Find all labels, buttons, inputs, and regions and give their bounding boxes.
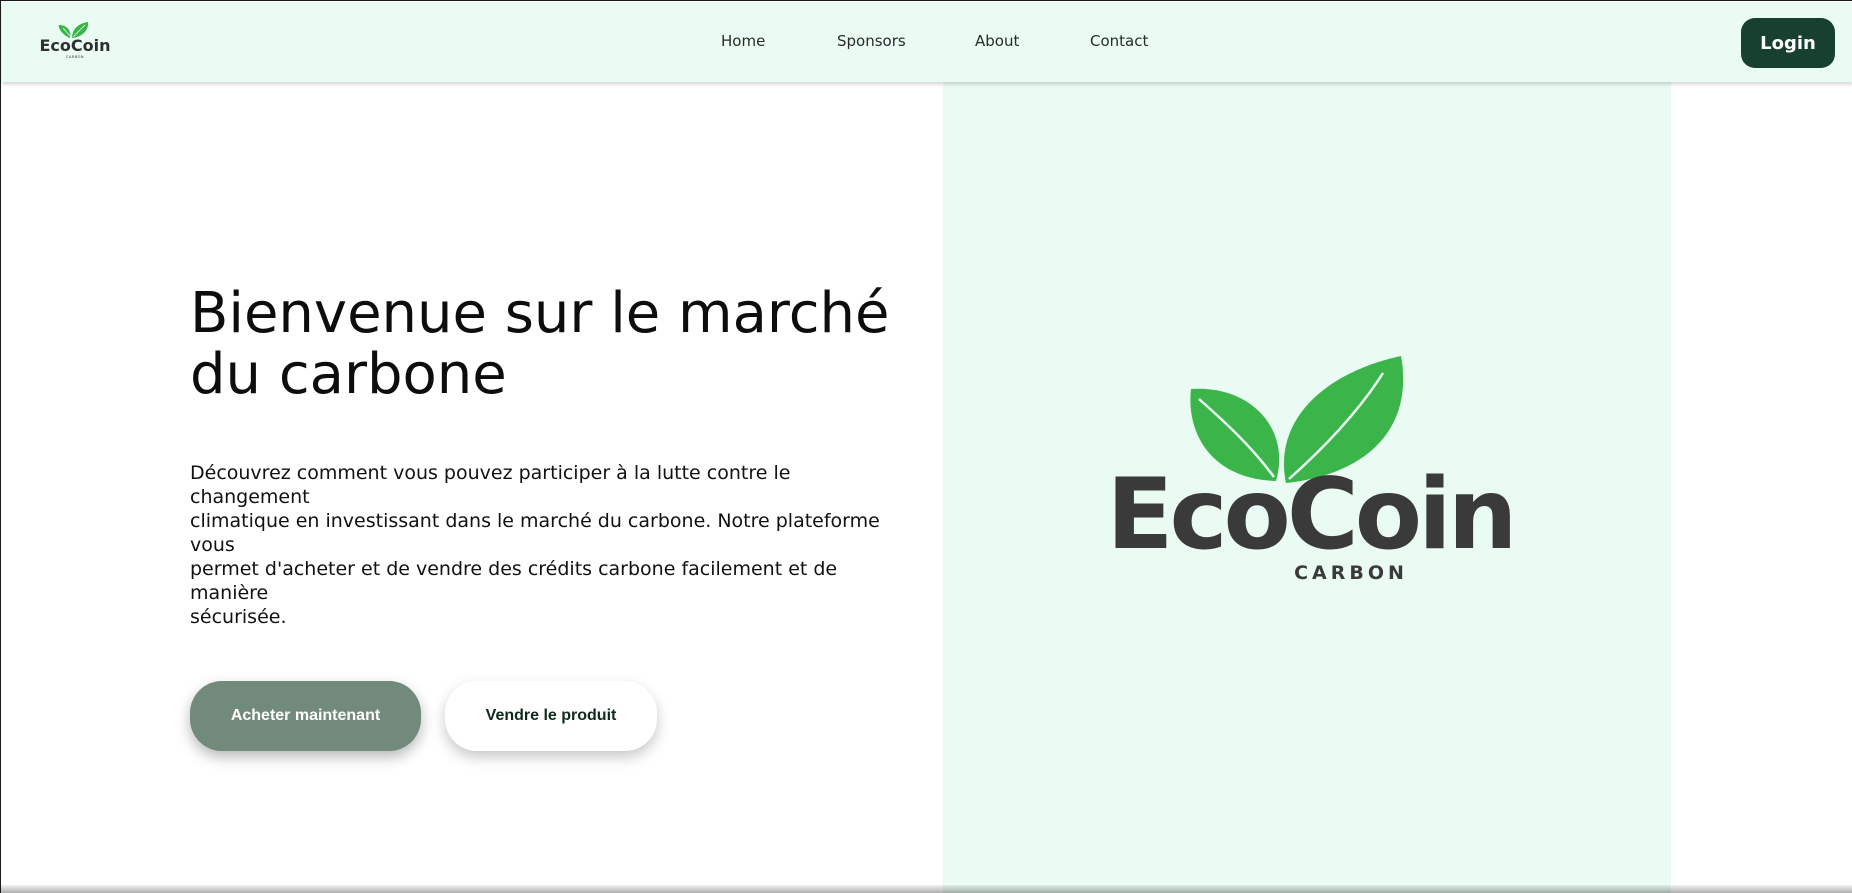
hero-desc-line-2: climatique en investissant dans le march…	[190, 510, 880, 556]
hero-title-line-2: du carbone	[190, 342, 507, 407]
nav-home-link[interactable]: Home	[721, 32, 765, 50]
hero-logo-text: EcoCoin	[1107, 458, 1514, 572]
nav-sponsors-link[interactable]: Sponsors	[837, 32, 906, 50]
hero-desc-line-3: permet d'acheter et de vendre des crédit…	[190, 558, 838, 604]
hero-desc-line-4: sécurisée.	[190, 606, 287, 628]
header-logo-subtext: CARBON	[66, 55, 84, 59]
nav-about-link[interactable]: About	[975, 32, 1019, 50]
hero-title-line-1: Bienvenue sur le marché	[190, 281, 890, 346]
page: EcoCoin CARBON Home Sponsors About Conta…	[0, 0, 1852, 893]
ecocoin-logo-icon[interactable]: EcoCoin CARBON	[38, 20, 112, 60]
sell-product-button[interactable]: Vendre le produit	[445, 681, 657, 751]
hero-title: Bienvenue sur le marché du carbone	[190, 283, 950, 405]
login-button[interactable]: Login	[1741, 18, 1835, 68]
ecocoin-hero-logo-icon: EcoCoin CARBON	[1107, 356, 1517, 584]
top-navbar: EcoCoin CARBON Home Sponsors About Conta…	[2, 2, 1852, 82]
bottom-edge-shadow	[1, 885, 1852, 893]
buy-now-button[interactable]: Acheter maintenant	[190, 681, 421, 751]
nav-contact-link[interactable]: Contact	[1090, 32, 1148, 50]
header-logo-text: EcoCoin	[39, 36, 110, 55]
hero-desc-line-1: Découvrez comment vous pouvez participer…	[190, 462, 791, 508]
hero-description: Découvrez comment vous pouvez participer…	[190, 461, 910, 629]
hero-logo-subtext: CARBON	[1294, 562, 1408, 584]
